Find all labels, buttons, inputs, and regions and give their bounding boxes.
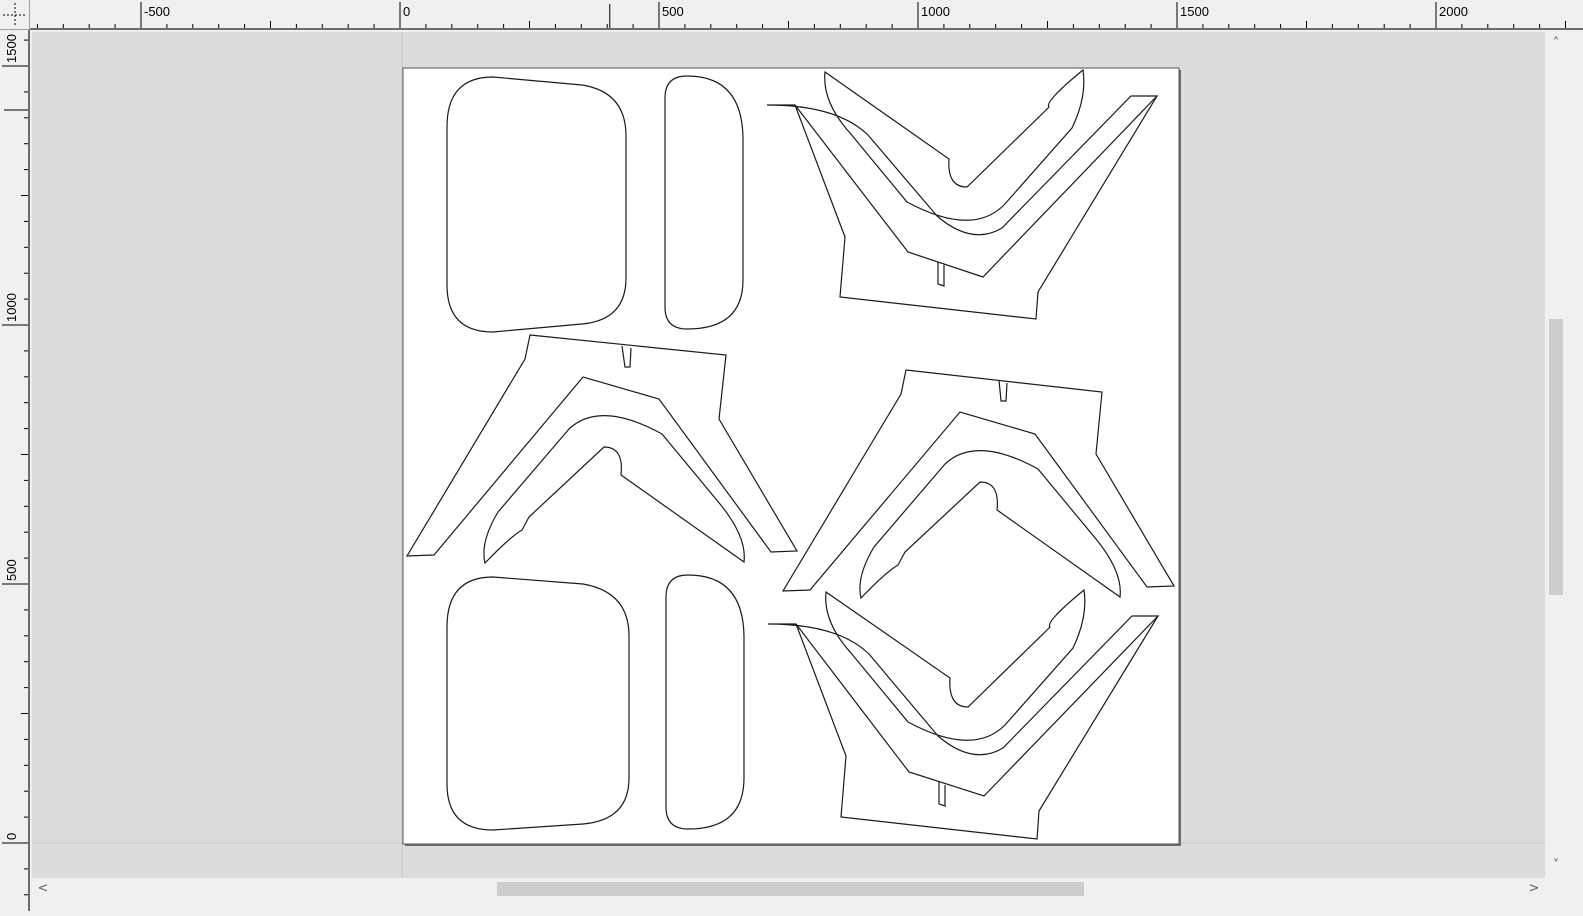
vertical-ruler[interactable]: 1500 1000 500 0: [0, 30, 30, 911]
nesting-layout[interactable]: [32, 32, 1545, 878]
scrollbar-corner: [1545, 878, 1567, 900]
ruler-left-label-1000: 1000: [4, 293, 19, 322]
horizontal-scrollbar-thumb[interactable]: [497, 882, 1084, 896]
scroll-up-arrow-icon[interactable]: ˄: [1548, 36, 1564, 52]
ruler-top-label-500: 500: [662, 4, 684, 19]
horizontal-ruler[interactable]: -500 0 500 1000 1500 2000: [30, 0, 1583, 30]
window-bottom-edge: [30, 900, 1583, 911]
ruler-top-label-1500: 1500: [1180, 4, 1209, 19]
origin-crosshair-icon: [3, 3, 27, 27]
window-right-edge: [1567, 30, 1583, 911]
ruler-top-label-1000: 1000: [921, 4, 950, 19]
ruler-top-label-2000: 2000: [1439, 4, 1468, 19]
drawing-canvas[interactable]: [32, 32, 1545, 878]
scroll-left-arrow-icon[interactable]: <: [35, 881, 51, 897]
vertical-ruler-scale: 1500 1000 500 0: [2, 34, 28, 896]
ruler-left-label-0: 0: [4, 833, 19, 840]
material-sheet[interactable]: [402, 67, 1180, 845]
ruler-top-label-neg500: -500: [144, 4, 170, 19]
ruler-left-label-500: 500: [4, 559, 19, 581]
horizontal-ruler-scale: -500 0 500 1000 1500 2000: [36, 2, 1566, 28]
vertical-scrollbar[interactable]: ˄ ˅: [1545, 32, 1567, 878]
vertical-scrollbar-thumb[interactable]: [1549, 319, 1563, 595]
horizontal-scrollbar[interactable]: < >: [32, 878, 1545, 900]
scroll-right-arrow-icon[interactable]: >: [1526, 881, 1542, 897]
scroll-down-arrow-icon[interactable]: ˅: [1548, 858, 1564, 874]
ruler-left-label-1500: 1500: [4, 34, 19, 63]
ruler-top-label-0: 0: [403, 4, 410, 19]
ruler-origin-button[interactable]: [0, 0, 30, 30]
